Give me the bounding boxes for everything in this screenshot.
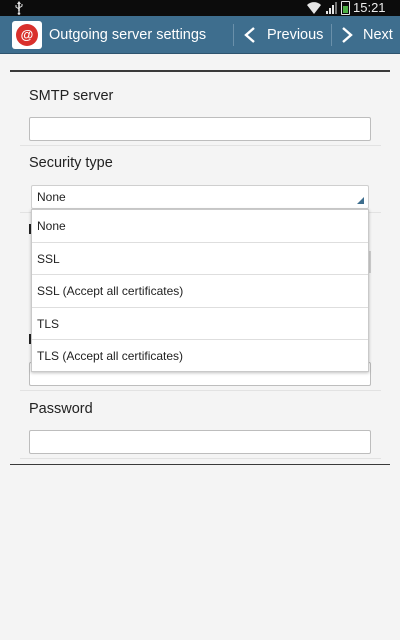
field-separator	[20, 390, 381, 391]
option-ssl[interactable]: SSL	[32, 243, 368, 276]
wifi-icon	[307, 2, 321, 14]
next-button[interactable]: Next	[340, 16, 398, 54]
page-title: Outgoing server settings	[49, 27, 207, 43]
email-at-icon: @	[12, 21, 42, 49]
field-separator	[20, 145, 381, 146]
action-bar-divider	[233, 24, 234, 46]
security-type-select[interactable]: None	[31, 185, 369, 209]
form-top-divider	[10, 70, 390, 72]
dropdown-arrow-icon	[357, 197, 364, 204]
option-tls[interactable]: TLS	[32, 308, 368, 341]
previous-label: Previous	[267, 27, 324, 43]
smtp-server-label: SMTP server	[29, 88, 114, 104]
option-ssl-accept-all[interactable]: SSL (Accept all certificates)	[32, 275, 368, 308]
usb-icon	[15, 1, 23, 15]
security-type-label: Security type	[29, 155, 113, 171]
field-separator	[20, 458, 381, 459]
next-label: Next	[363, 27, 393, 43]
option-tls-accept-all[interactable]: TLS (Accept all certificates)	[32, 340, 368, 373]
previous-button[interactable]: Previous	[243, 16, 326, 54]
obscured-input-edge	[369, 251, 371, 273]
security-type-dropdown: None SSL SSL (Accept all certificates) T…	[31, 209, 369, 372]
status-bar: 15:21	[0, 0, 400, 16]
battery-icon	[341, 1, 350, 15]
smtp-server-input[interactable]	[29, 117, 371, 141]
action-bar: @ Outgoing server settings Previous Next	[0, 16, 400, 54]
status-time: 15:21	[353, 0, 386, 15]
chevron-right-icon	[342, 27, 353, 43]
form-bottom-divider	[10, 464, 390, 465]
password-input[interactable]	[29, 430, 371, 454]
password-label: Password	[29, 401, 93, 417]
option-none[interactable]: None	[32, 210, 368, 243]
security-type-selected-value: None	[37, 190, 66, 204]
signal-icon	[326, 2, 337, 14]
chevron-left-icon	[244, 27, 255, 43]
action-bar-divider	[331, 24, 332, 46]
